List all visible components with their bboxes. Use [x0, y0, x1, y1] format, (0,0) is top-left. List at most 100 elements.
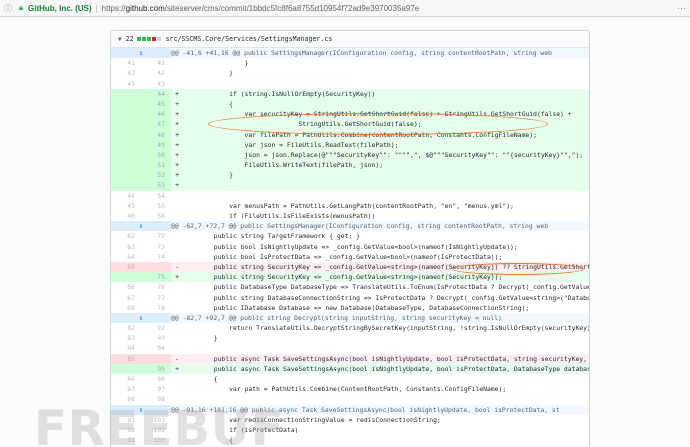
- expand-icon[interactable]: ⇕: [111, 312, 171, 324]
- old-line-number[interactable]: [111, 129, 141, 140]
- new-line-number[interactable]: 51: [141, 160, 171, 171]
- diff-row: 44 54: [111, 191, 589, 201]
- code-text: public string TargetFramework { get; }: [183, 232, 360, 241]
- new-line-number[interactable]: 50: [141, 149, 171, 161]
- new-line-number[interactable]: 55: [141, 201, 171, 211]
- address-text[interactable]: https://github.com/siteserver/cms/commit…: [102, 4, 420, 13]
- diff-file: ▼ 22 src/SSCMS.Core/Services/SettingsMan…: [110, 30, 590, 447]
- code-text: json = json.Replace(@"""SecurityKey"": "…: [183, 150, 584, 159]
- new-line-number[interactable]: 56: [141, 211, 171, 221]
- old-line-number[interactable]: [111, 139, 141, 150]
- new-line-number[interactable]: 78: [141, 303, 171, 313]
- old-line-number[interactable]: [111, 88, 141, 99]
- hunk-header: ⇕ @@ -82,7 +92,7 @@ public string Decrypt…: [111, 312, 589, 324]
- new-line-number[interactable]: 53: [141, 180, 171, 191]
- old-line-number[interactable]: 85: [111, 353, 141, 364]
- old-line-number[interactable]: [111, 180, 141, 191]
- new-line-number[interactable]: 44: [141, 88, 171, 99]
- diff-sign: +: [175, 130, 179, 139]
- code-text: }: [183, 171, 234, 180]
- site-identity[interactable]: GitHub, Inc. (US): [28, 4, 92, 13]
- old-line-number[interactable]: 43: [111, 79, 141, 89]
- old-line-number[interactable]: 64: [111, 252, 141, 262]
- diff-row: 83 93 }: [111, 333, 589, 343]
- new-line-number[interactable]: 72: [141, 231, 171, 241]
- new-line-number[interactable]: 46: [141, 109, 171, 120]
- new-line-number[interactable]: 94: [141, 343, 171, 353]
- code-text: public async Task SaveSettingsAsync(bool…: [183, 364, 589, 373]
- diff-row: 86 96 {: [111, 374, 589, 384]
- old-line-number[interactable]: 68: [111, 303, 141, 313]
- old-line-number[interactable]: [111, 272, 141, 283]
- new-line-number[interactable]: 95: [141, 363, 171, 374]
- old-line-number[interactable]: 84: [111, 343, 141, 353]
- old-line-number[interactable]: 86: [111, 374, 141, 384]
- new-line-number[interactable]: 49: [141, 139, 171, 150]
- diff-row: 85 - public async Task SaveSettingsAsync(…: [111, 353, 589, 364]
- expand-icon[interactable]: ⇕: [111, 221, 171, 232]
- diff-row: 50 + json = json.Replace(@"""SecurityKey"…: [111, 149, 589, 161]
- info-icon[interactable]: ⓘ: [3, 3, 13, 13]
- old-line-number[interactable]: 65: [111, 261, 141, 273]
- diff-sign: +: [175, 120, 179, 129]
- new-line-number[interactable]: 74: [141, 252, 171, 262]
- new-line-number[interactable]: 47: [141, 119, 171, 130]
- diff-row: 66 76 public DatabaseType DatabaseType =>…: [111, 282, 589, 292]
- code-text: public DatabaseType DatabaseType => Tran…: [183, 283, 589, 292]
- code-text: public bool IsNightlyUpdate => _config.G…: [183, 242, 518, 251]
- diff-sign: [171, 333, 183, 343]
- old-line-number[interactable]: 46: [111, 211, 141, 221]
- new-line-number[interactable]: 73: [141, 242, 171, 252]
- new-line-number[interactable]: [141, 261, 171, 273]
- old-line-number[interactable]: [111, 98, 141, 110]
- diff-row: 46 + var securityKey = StringUtils.GetSho…: [111, 109, 589, 120]
- new-line-number[interactable]: 42: [141, 68, 171, 78]
- old-line-number[interactable]: 44: [111, 191, 141, 201]
- new-line-number[interactable]: 54: [141, 191, 171, 201]
- old-line-number[interactable]: 82: [111, 323, 141, 333]
- diff-sign: [171, 79, 183, 89]
- diff-row: 82 92 return TranslateUtils.DecryptString…: [111, 323, 589, 333]
- old-line-number[interactable]: 62: [111, 231, 141, 241]
- collapse-chevron-icon[interactable]: ▼: [118, 36, 122, 43]
- old-line-number[interactable]: 83: [111, 333, 141, 343]
- old-line-number[interactable]: [111, 149, 141, 161]
- diff-sign: +: [175, 110, 179, 119]
- more-icon[interactable]: ⋯: [677, 3, 686, 14]
- new-line-number[interactable]: 48: [141, 129, 171, 140]
- old-line-number[interactable]: [111, 119, 141, 130]
- browser-url-bar[interactable]: ⓘ 🔒︎ GitHub, Inc. (US) | https://github.…: [0, 0, 690, 17]
- old-line-number[interactable]: 42: [111, 68, 141, 78]
- diff-sign: +: [175, 161, 179, 170]
- new-line-number[interactable]: 97: [141, 384, 171, 394]
- old-line-number[interactable]: 45: [111, 201, 141, 211]
- new-line-number[interactable]: 52: [141, 170, 171, 181]
- new-line-number[interactable]: 77: [141, 293, 171, 303]
- new-line-number[interactable]: 96: [141, 374, 171, 384]
- old-line-number[interactable]: [111, 109, 141, 120]
- separator: |: [95, 3, 98, 13]
- new-line-number[interactable]: 76: [141, 282, 171, 292]
- watermark: FREEBUF: [34, 401, 285, 447]
- code-text: public IDatabase Database => new Databas…: [183, 303, 530, 312]
- new-line-number[interactable]: 45: [141, 98, 171, 110]
- diff-sign: [171, 231, 183, 241]
- new-line-number[interactable]: 75: [141, 272, 171, 283]
- code-text: var path = PathUtils.Combine(ContentRoot…: [183, 385, 507, 394]
- old-line-number[interactable]: [111, 363, 141, 374]
- expand-icon[interactable]: ⇕: [111, 48, 171, 59]
- new-line-number[interactable]: 41: [141, 58, 171, 68]
- old-line-number[interactable]: 63: [111, 242, 141, 252]
- new-line-number[interactable]: 93: [141, 333, 171, 343]
- new-line-number[interactable]: 92: [141, 323, 171, 333]
- new-line-number[interactable]: [141, 353, 171, 364]
- old-line-number[interactable]: 87: [111, 384, 141, 394]
- old-line-number[interactable]: [111, 160, 141, 171]
- old-line-number[interactable]: 41: [111, 58, 141, 68]
- file-path[interactable]: src/SSCMS.Core/Services/SettingsManager.…: [166, 35, 333, 43]
- new-line-number[interactable]: 43: [141, 79, 171, 89]
- old-line-number[interactable]: [111, 170, 141, 181]
- old-line-number[interactable]: 66: [111, 282, 141, 292]
- old-line-number[interactable]: 67: [111, 293, 141, 303]
